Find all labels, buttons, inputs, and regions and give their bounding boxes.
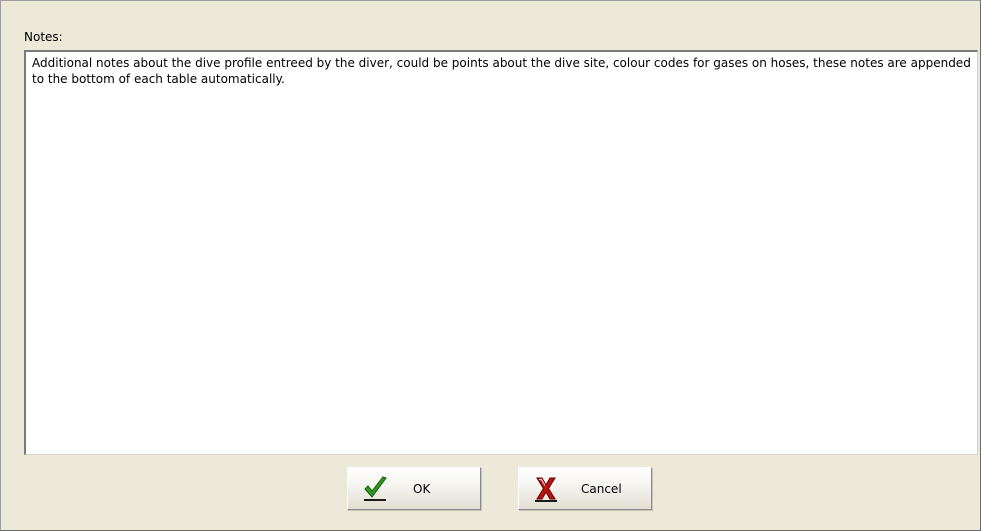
notes-dialog: Notes: Additional notes about the dive p…	[0, 0, 981, 531]
x-icon	[535, 477, 557, 502]
cancel-button[interactable]: Cancel	[518, 467, 652, 510]
check-icon	[364, 475, 387, 501]
cancel-label: Cancel	[581, 481, 622, 496]
ok-label: OK	[413, 481, 431, 496]
notes-label: Notes:	[24, 30, 63, 44]
notes-textarea[interactable]: Additional notes about the dive profile …	[24, 50, 978, 455]
ok-button[interactable]: OK	[347, 467, 481, 510]
